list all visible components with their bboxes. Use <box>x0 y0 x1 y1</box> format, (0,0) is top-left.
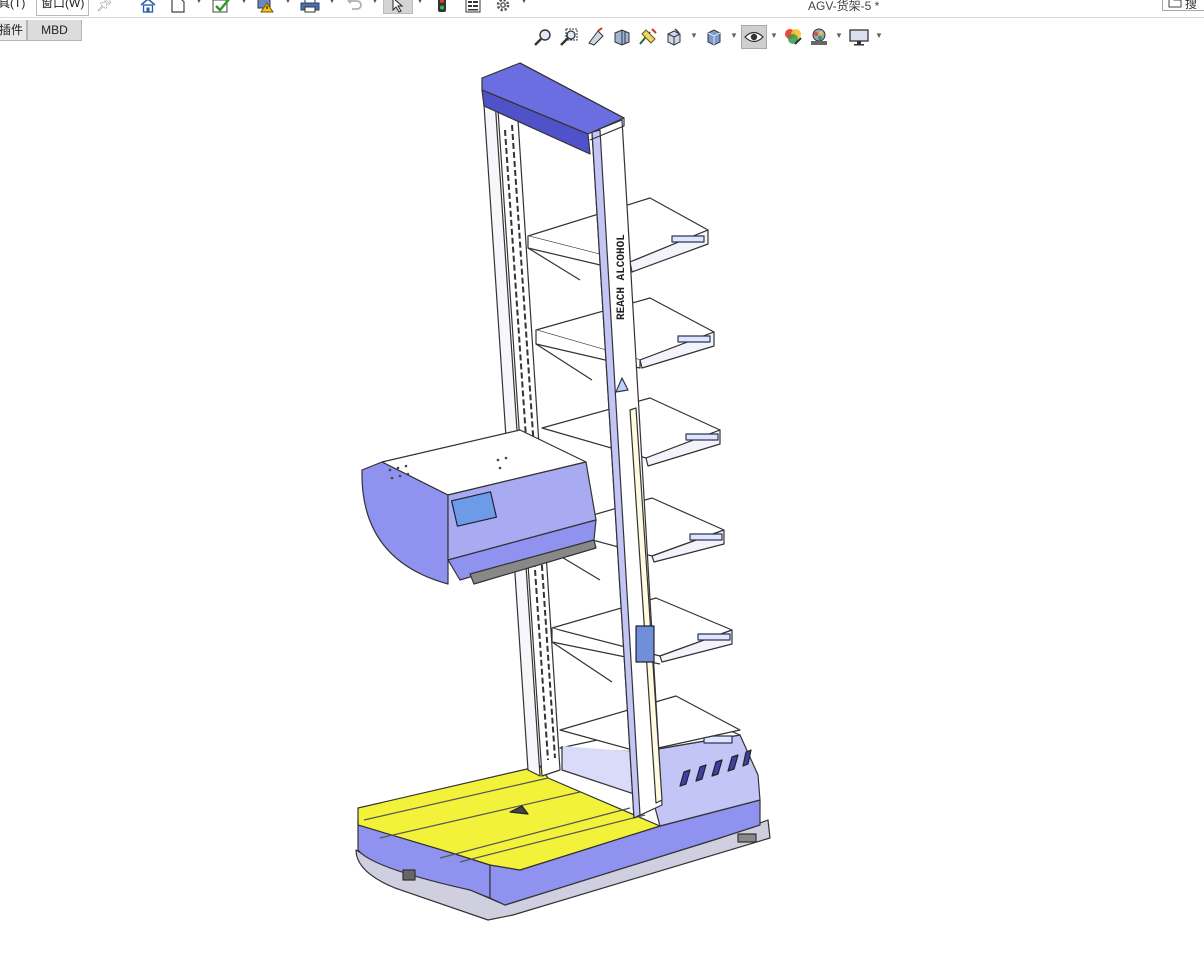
agv-shelf-model[interactable]: REACH ALCOHOL <box>0 0 1204 964</box>
graphics-area[interactable]: REACH ALCOHOL <box>0 50 1204 964</box>
mast-sensor <box>635 625 655 663</box>
mast-label-text: REACH ALCOHOL <box>616 234 628 320</box>
caster-right <box>737 833 757 843</box>
caster-left <box>402 869 416 881</box>
